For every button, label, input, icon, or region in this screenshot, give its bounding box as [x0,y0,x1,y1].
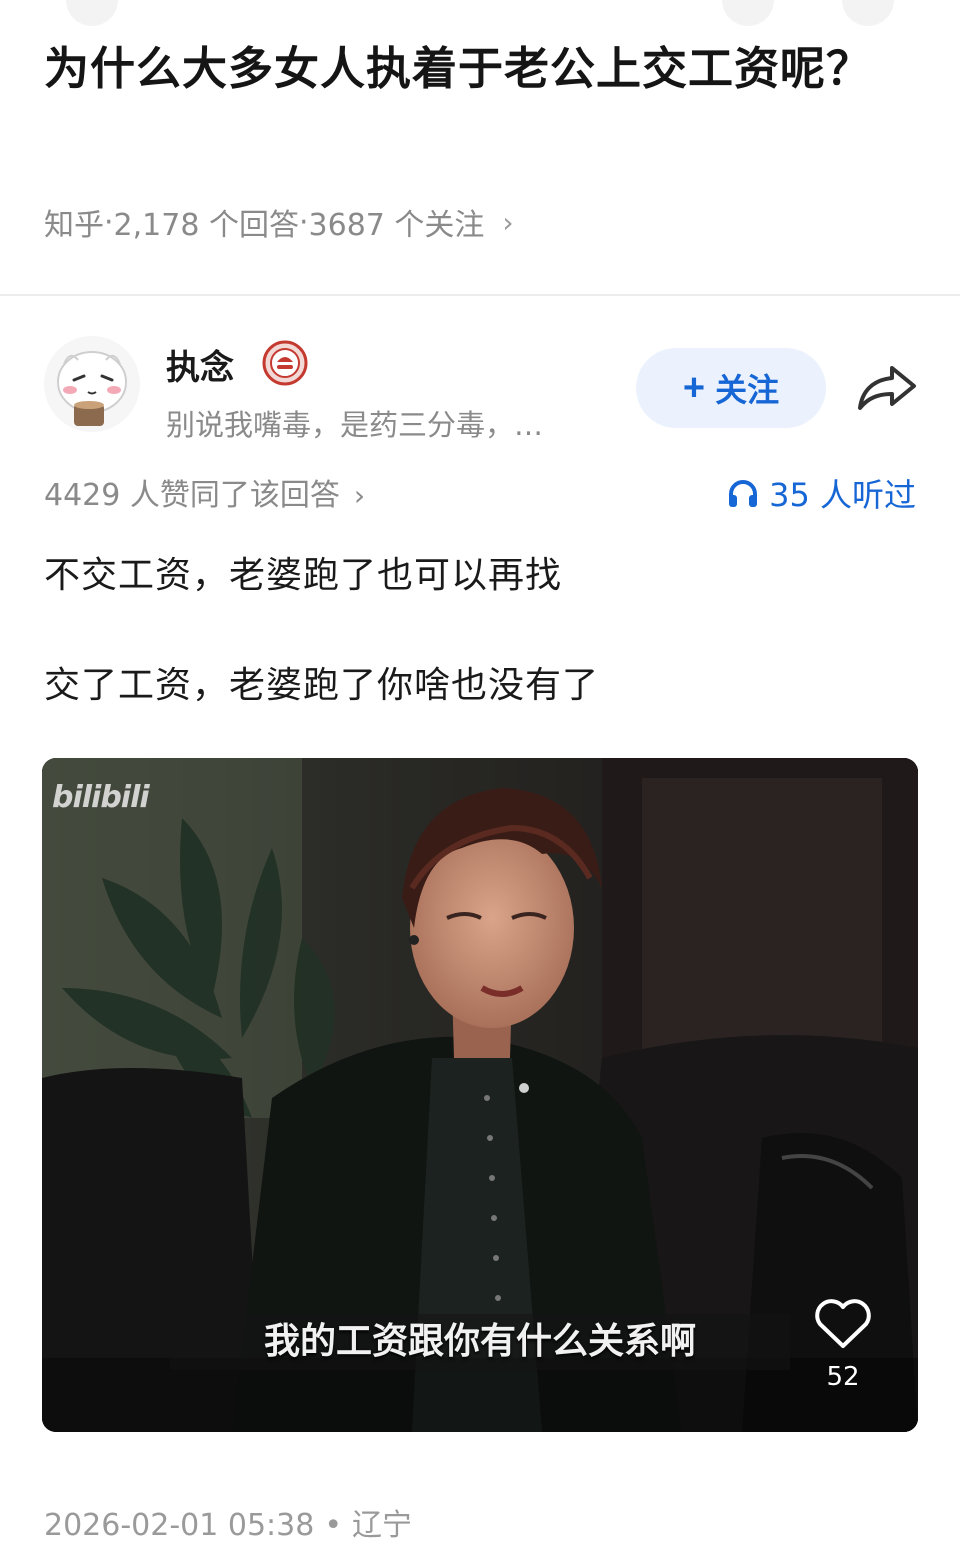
bilibili-watermark: bilibili [52,780,150,815]
plus-icon: + [682,367,706,409]
question-source: 知乎 [44,208,104,243]
answer-paragraph: 交了工资，老婆跑了你啥也没有了 [44,665,600,706]
question-answer-count: 2,178 个回答 [113,208,299,243]
cartoon-avatar-icon [57,351,127,426]
video-subtitle: 我的工资跟你有什么关系啊 [263,1321,696,1362]
chevron-right-icon: › [502,205,514,239]
headphones-icon [729,480,758,507]
question-meta[interactable]: 知乎 · 2,178 个回答 · 3687 个关注 › [44,200,514,244]
share-arrow-icon[interactable] [856,362,918,414]
author-avatar[interactable] [44,336,140,432]
vote-count-text: 4429 人赞同了该回答 [44,478,340,513]
video-like-count: 52 [826,1362,860,1392]
meta-separator: · [298,204,309,240]
answer-location: 辽宁 [352,1508,413,1543]
listen-count[interactable]: 35 人听过 [727,470,916,516]
question-follower-count: 3687 个关注 [308,208,485,243]
achievement-badge-icon[interactable] [262,340,308,386]
author-bio: 别说我嘴毒，是药三分毒，… [166,408,544,442]
chevron-right-icon: › [353,479,366,512]
meta-separator: · [104,204,114,240]
answer-datetime: 2026-02-01 05:38 [44,1508,315,1543]
follow-button[interactable]: + 关注 [636,348,826,428]
answer-footer: 2026-02-01 05:38 • 辽宁 [44,1500,412,1544]
top-right-decor-2 [842,0,894,26]
follow-label: 关注 [715,372,780,408]
question-title[interactable]: 为什么大多女人执着于老公上交工资呢？ [44,36,904,102]
author-name[interactable]: 执念 [166,340,234,389]
vote-count-link[interactable]: 4429 人赞同了该回答 › [44,470,365,514]
heart-icon[interactable] [814,1298,872,1350]
meta-dot: • [324,1508,343,1543]
video-player[interactable]: bilibili 我的工资跟你有什么关系啊 52 [42,758,918,1432]
top-left-decor [66,0,118,26]
listen-count-text: 35 人听过 [769,476,916,514]
divider [0,294,960,296]
answer-paragraph: 不交工资，老婆跑了也可以再找 [44,555,563,596]
top-right-decor-1 [722,0,774,26]
